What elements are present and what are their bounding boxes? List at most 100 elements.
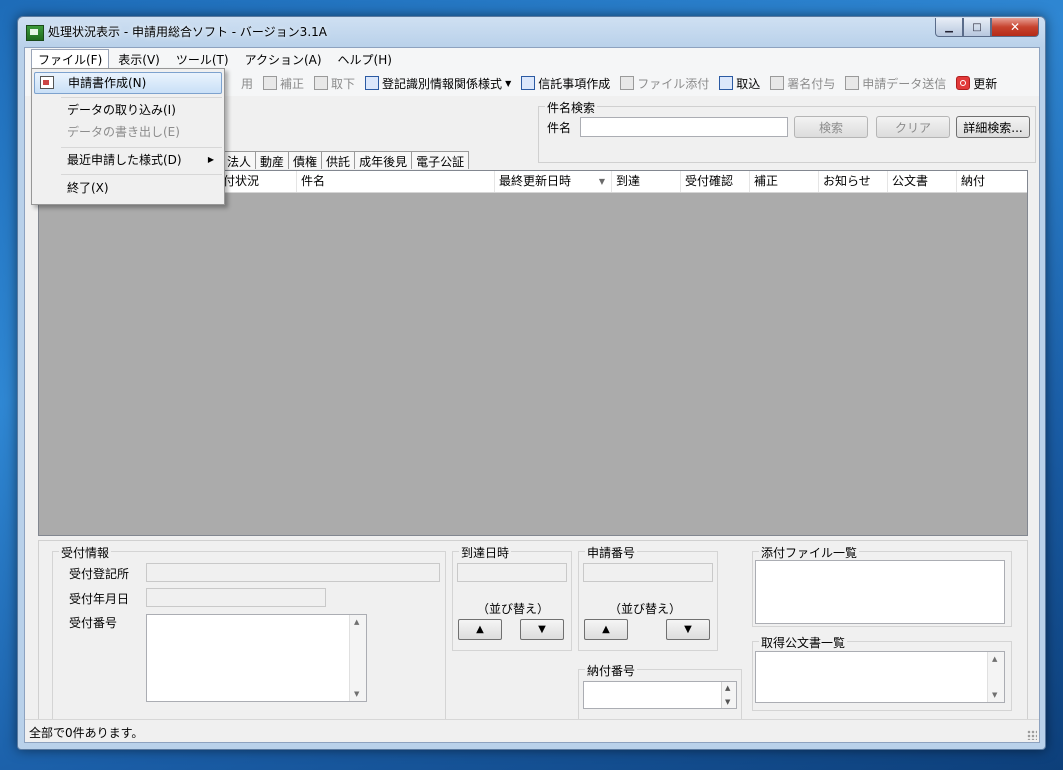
status-text: 全部で0件あります。 [29, 726, 144, 740]
shintaku-button[interactable]: 信託事項作成 [521, 75, 610, 92]
col-official-doc[interactable]: 公文書 [888, 171, 957, 192]
tab-houjin[interactable]: 法人 [222, 151, 257, 169]
menu-tools[interactable]: ツール(T) [169, 49, 236, 70]
payment-group: 納付番号 ▲ ▼ [578, 662, 742, 720]
hosei-button[interactable]: 補正 [263, 75, 304, 92]
submenu-arrow-icon: ▶ [207, 155, 214, 164]
file-menu-dropdown: 申請書作成(N) データの取り込み(I) データの書き出し(E) 最近申請した様… [31, 68, 225, 205]
detail-panel: 受付情報 受付登記所 受付年月日 受付番号 ▲ ▼ 到達日時 （並び替え） ▲ [38, 540, 1028, 734]
minimize-button[interactable]: ▁ [935, 18, 963, 37]
tab-dousan[interactable]: 動産 [255, 151, 290, 169]
app-number-sort-down-button[interactable]: ▼ [666, 619, 710, 640]
paperclip-icon [620, 76, 635, 90]
resize-grip-icon[interactable] [1027, 730, 1037, 740]
status-bar: 全部で0件あります。 [25, 719, 1039, 742]
arrival-sort-label: （並び替え） [477, 602, 550, 616]
clear-button[interactable]: クリア [876, 116, 950, 138]
spin-down-icon: ▼ [725, 698, 731, 706]
col-hosei[interactable]: 補正 [750, 171, 819, 192]
menu-view[interactable]: 表示(V) [111, 49, 167, 70]
receipt-number-scrollbar[interactable]: ▲ ▼ [349, 615, 366, 701]
search-legend: 件名検索 [545, 99, 598, 116]
col-arrival[interactable]: 到達 [612, 171, 681, 192]
signature-icon [770, 76, 785, 90]
tab-denshi-koushou[interactable]: 電子公証 [411, 151, 470, 169]
torisage-button[interactable]: 取下 [314, 75, 355, 92]
payment-number-field[interactable]: ▲ ▼ [583, 681, 737, 709]
search-label: 件名 [547, 121, 572, 135]
tab-kyoutaku[interactable]: 供託 [321, 151, 356, 169]
app-number-sort-label: （並び替え） [609, 602, 682, 616]
menu-separator [61, 174, 222, 175]
documents-scrollbar[interactable]: ▲ ▼ [987, 652, 1004, 702]
app-icon [26, 25, 44, 41]
menu-separator [61, 147, 222, 148]
tab-saiken[interactable]: 債権 [288, 151, 323, 169]
receipt-date-field [146, 588, 326, 607]
menu-action[interactable]: アクション(A) [238, 49, 329, 70]
col-notice[interactable]: お知らせ [819, 171, 888, 192]
dropdown-caret-icon: ▼ [505, 78, 512, 88]
touki-form-button[interactable]: 登記識別情報関係様式 ▼ [365, 75, 511, 92]
file-attach-button[interactable]: ファイル添付 [620, 75, 709, 92]
menu-item-create-application[interactable]: 申請書作成(N) [34, 72, 222, 94]
search-input[interactable] [580, 117, 788, 137]
trust-icon [521, 76, 536, 90]
window-title: 処理状況表示 - 申請用総合ソフト - バージョン3.1A [48, 25, 327, 39]
title-bar[interactable]: 処理状況表示 - 申請用総合ソフト - バージョン3.1A ▁ □ ✕ [18, 17, 1045, 47]
form-icon [365, 76, 380, 90]
soushin-button[interactable]: 申請データ送信 [845, 75, 946, 92]
app-number-sort-up-button[interactable]: ▲ [584, 619, 628, 640]
receipt-office-label: 受付登記所 [69, 567, 130, 581]
withdraw-icon [314, 76, 329, 90]
send-icon [845, 76, 860, 90]
menu-file[interactable]: ファイル(F) [31, 49, 110, 69]
attachments-list[interactable] [755, 560, 1005, 624]
attachments-legend: 添付ファイル一覧 [759, 544, 860, 561]
app-number-group: 申請番号 （並び替え） ▲ ▼ [578, 544, 718, 651]
col-payment[interactable]: 納付 [957, 171, 1027, 192]
receipt-office-field [146, 563, 440, 582]
shomei-button[interactable]: 署名付与 [770, 75, 835, 92]
payment-legend: 納付番号 [585, 662, 638, 679]
arrival-sort-down-button[interactable]: ▼ [520, 619, 564, 640]
documents-list[interactable]: ▲ ▼ [755, 651, 1005, 703]
application-list[interactable]: 付状況 件名 最終更新日時 ▼ 到達 受付確認 補正 お知らせ 公文書 納付 [38, 170, 1028, 536]
torikomi-button[interactable]: 取込 [719, 75, 760, 92]
scroll-up-icon: ▲ [354, 618, 360, 626]
menu-bar: ファイル(F) 表示(V) ツール(T) アクション(A) ヘルプ(H) [25, 48, 1039, 70]
edit-icon [263, 76, 278, 90]
menu-item-recent-forms[interactable]: 最近申請した様式(D) ▶ [34, 149, 222, 171]
col-receipt-confirm[interactable]: 受付確認 [681, 171, 750, 192]
attachments-group: 添付ファイル一覧 [752, 544, 1012, 627]
scroll-up-icon: ▲ [992, 655, 998, 663]
receipt-number-field[interactable]: ▲ ▼ [146, 614, 367, 702]
toolbar-partial-button[interactable]: 用 [241, 75, 253, 92]
arrival-sort-up-button[interactable]: ▲ [458, 619, 502, 640]
search-group: 件名検索 件名 検索 クリア 詳細検索... [538, 99, 1036, 163]
menu-item-exit[interactable]: 終了(X) [34, 177, 222, 199]
refresh-icon [956, 76, 971, 90]
menu-item-export-data[interactable]: データの書き出し(E) [34, 121, 222, 143]
documents-legend: 取得公文書一覧 [759, 634, 848, 651]
menu-separator [61, 97, 222, 98]
detail-search-button[interactable]: 詳細検索... [956, 116, 1030, 138]
sort-desc-icon: ▼ [598, 177, 605, 186]
app-number-field [583, 563, 713, 582]
search-button[interactable]: 検索 [794, 116, 868, 138]
refresh-button[interactable]: 更新 [956, 75, 997, 92]
spin-up-icon: ▲ [725, 684, 731, 692]
close-button[interactable]: ✕ [991, 18, 1039, 37]
new-document-icon [40, 76, 54, 89]
menu-item-import-data[interactable]: データの取り込み(I) [34, 99, 222, 121]
col-last-updated[interactable]: 最終更新日時 ▼ [495, 171, 612, 192]
app-number-legend: 申請番号 [585, 544, 638, 561]
menu-help[interactable]: ヘルプ(H) [331, 49, 399, 70]
maximize-button[interactable]: □ [963, 18, 991, 37]
tab-seinen-kouken[interactable]: 成年後見 [354, 151, 413, 169]
documents-group: 取得公文書一覧 ▲ ▼ [752, 634, 1012, 711]
payment-spinner[interactable]: ▲ ▼ [721, 682, 736, 708]
arrival-field [457, 563, 567, 582]
receipt-info-legend: 受付情報 [59, 544, 112, 561]
col-title[interactable]: 件名 [297, 171, 495, 192]
